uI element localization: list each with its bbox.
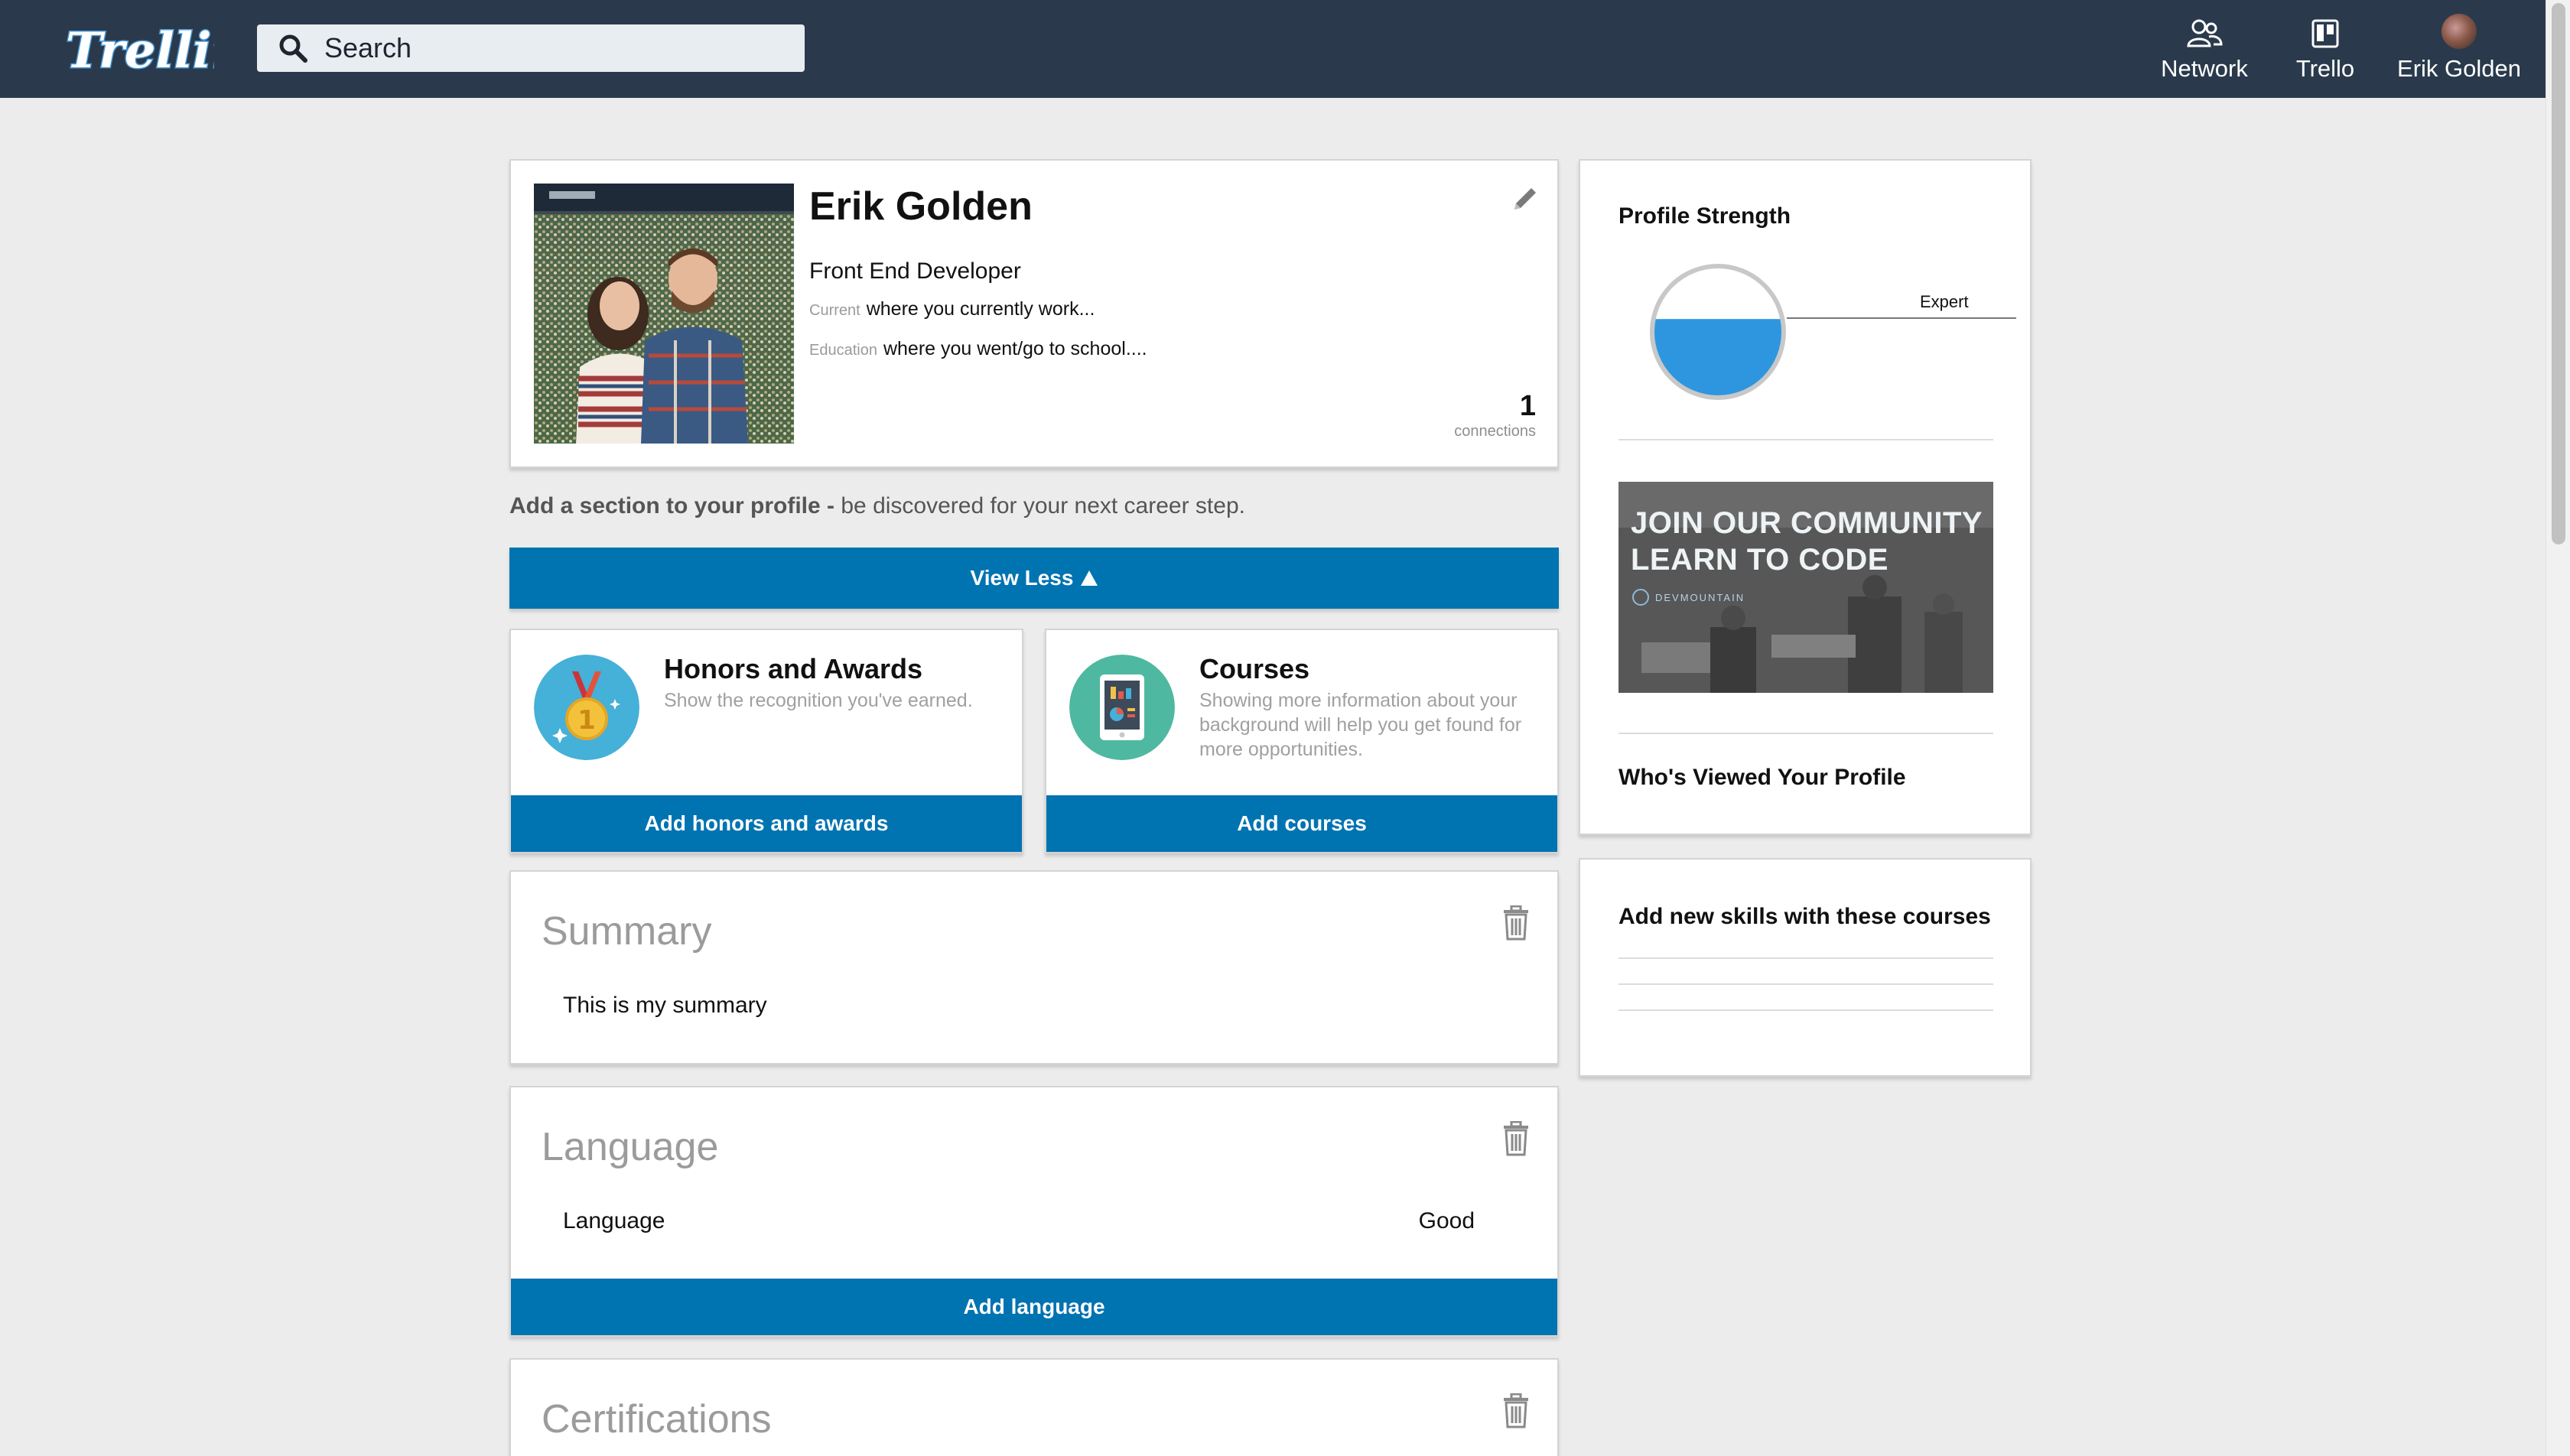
top-navigation-bar: Trellin Search Network Trello Erik Golde… — [0, 0, 2546, 98]
education-value: where you went/go to school.... — [883, 338, 1147, 359]
language-section: Language Language Good Add language — [509, 1086, 1559, 1337]
whos-viewed-link[interactable]: Who's Viewed Your Profile — [1618, 765, 1906, 791]
view-less-button[interactable]: View Less — [509, 548, 1559, 609]
divider — [1618, 1009, 1993, 1011]
strength-level-label: Expert — [1920, 292, 1969, 311]
summary-title: Summary — [542, 909, 712, 954]
trash-icon[interactable] — [1501, 1121, 1531, 1156]
gauge-fill — [1654, 319, 1782, 396]
devmountain-logo-icon — [1632, 589, 1649, 606]
skills-courses-title: Add new skills with these courses — [1618, 904, 1991, 929]
profile-name: Erik Golden — [809, 184, 1033, 229]
nav-network[interactable]: Network — [2158, 11, 2250, 87]
add-language-button[interactable]: Add language — [511, 1279, 1557, 1335]
profile-strength-title: Profile Strength — [1618, 203, 1791, 229]
page-scrollbar[interactable] — [2546, 0, 2570, 1456]
view-less-label: View Less — [970, 566, 1074, 590]
gauge-marker-line — [1787, 317, 2016, 319]
profile-headline: Front End Developer — [809, 258, 1021, 284]
connections-count: 1 — [1519, 390, 1536, 422]
connections[interactable]: 1 connections — [1454, 390, 1536, 440]
honors-awards-card: 1 Honors and Awards Show the recognition… — [509, 629, 1023, 853]
summary-text: This is my summary — [563, 993, 767, 1018]
current-label: Current — [809, 302, 860, 319]
divider — [1618, 983, 1993, 985]
skills-courses-card: Add new skills with these courses — [1579, 858, 2032, 1077]
honors-description: Show the recognition you've earned. — [664, 690, 973, 711]
trash-icon[interactable] — [1501, 905, 1531, 941]
divider — [1618, 733, 1993, 734]
add-courses-button[interactable]: Add courses — [1046, 795, 1557, 852]
profile-photo[interactable] — [534, 184, 794, 444]
promo-line-2: LEARN TO CODE — [1631, 543, 1888, 577]
add-honors-button[interactable]: Add honors and awards — [511, 795, 1022, 852]
education-label: Education — [809, 342, 877, 359]
add-section-bold: Add a section to your profile - — [509, 493, 835, 518]
nav-trello[interactable]: Trello — [2291, 11, 2360, 87]
add-section-rest: be discovered for your next career step. — [834, 493, 1245, 518]
courses-title: Courses — [1199, 653, 1310, 684]
profile-card: Erik Golden Front End Developer Current w… — [509, 159, 1559, 468]
triangle-up-icon — [1081, 570, 1098, 586]
profile-strength-card: Profile Strength Expert JOIN OUR COMMUNI… — [1579, 159, 2032, 835]
language-title: Language — [542, 1125, 719, 1169]
promo-line-1: JOIN OUR COMMUNITY — [1631, 506, 1983, 540]
current-position: Current where you currently work... — [809, 298, 1095, 320]
current-value: where you currently work... — [866, 298, 1095, 320]
nav-user[interactable]: Erik Golden — [2394, 11, 2524, 87]
search-icon — [279, 34, 307, 63]
nav-network-label: Network — [2161, 55, 2248, 82]
nav-trello-label: Trello — [2295, 55, 2355, 82]
svg-text:Trellin: Trellin — [66, 22, 214, 80]
scrollbar-thumb[interactable] — [2552, 3, 2565, 544]
trello-icon — [2311, 19, 2339, 48]
search-input[interactable]: Search — [324, 32, 412, 64]
education: Education where you went/go to school.... — [809, 338, 1147, 360]
divider — [1618, 957, 1993, 959]
divider — [1618, 439, 1993, 440]
devmountain-promo-banner[interactable]: JOIN OUR COMMUNITY LEARN TO CODE DEVMOUN… — [1618, 482, 1993, 693]
medal-icon: 1 — [534, 655, 639, 760]
connections-label: connections — [1454, 423, 1536, 440]
certifications-section: Certifications — [509, 1358, 1559, 1456]
promo-brand: DEVMOUNTAIN — [1632, 589, 1745, 606]
trellin-logo[interactable]: Trellin — [61, 17, 249, 81]
pencil-icon[interactable] — [1508, 182, 1542, 216]
network-icon — [2187, 19, 2223, 47]
add-section-prompt: Add a section to your profile - be disco… — [509, 493, 1245, 519]
promo-brand-text: DEVMOUNTAIN — [1655, 591, 1745, 603]
svg-text:1: 1 — [577, 705, 596, 736]
tablet-chart-icon — [1069, 655, 1175, 760]
certifications-title: Certifications — [542, 1397, 772, 1441]
profile-strength-gauge — [1650, 264, 1786, 400]
courses-card: Courses Showing more information about y… — [1045, 629, 1559, 853]
honors-title: Honors and Awards — [664, 653, 923, 684]
summary-section: Summary This is my summary — [509, 870, 1559, 1064]
language-name: Language — [563, 1208, 665, 1233]
trash-icon[interactable] — [1501, 1393, 1531, 1428]
search-bar[interactable]: Search — [257, 24, 805, 72]
language-level: Good — [1418, 1208, 1475, 1233]
courses-description: Showing more information about your back… — [1199, 690, 1522, 760]
avatar — [2442, 14, 2477, 49]
nav-user-label: Erik Golden — [2397, 55, 2521, 82]
